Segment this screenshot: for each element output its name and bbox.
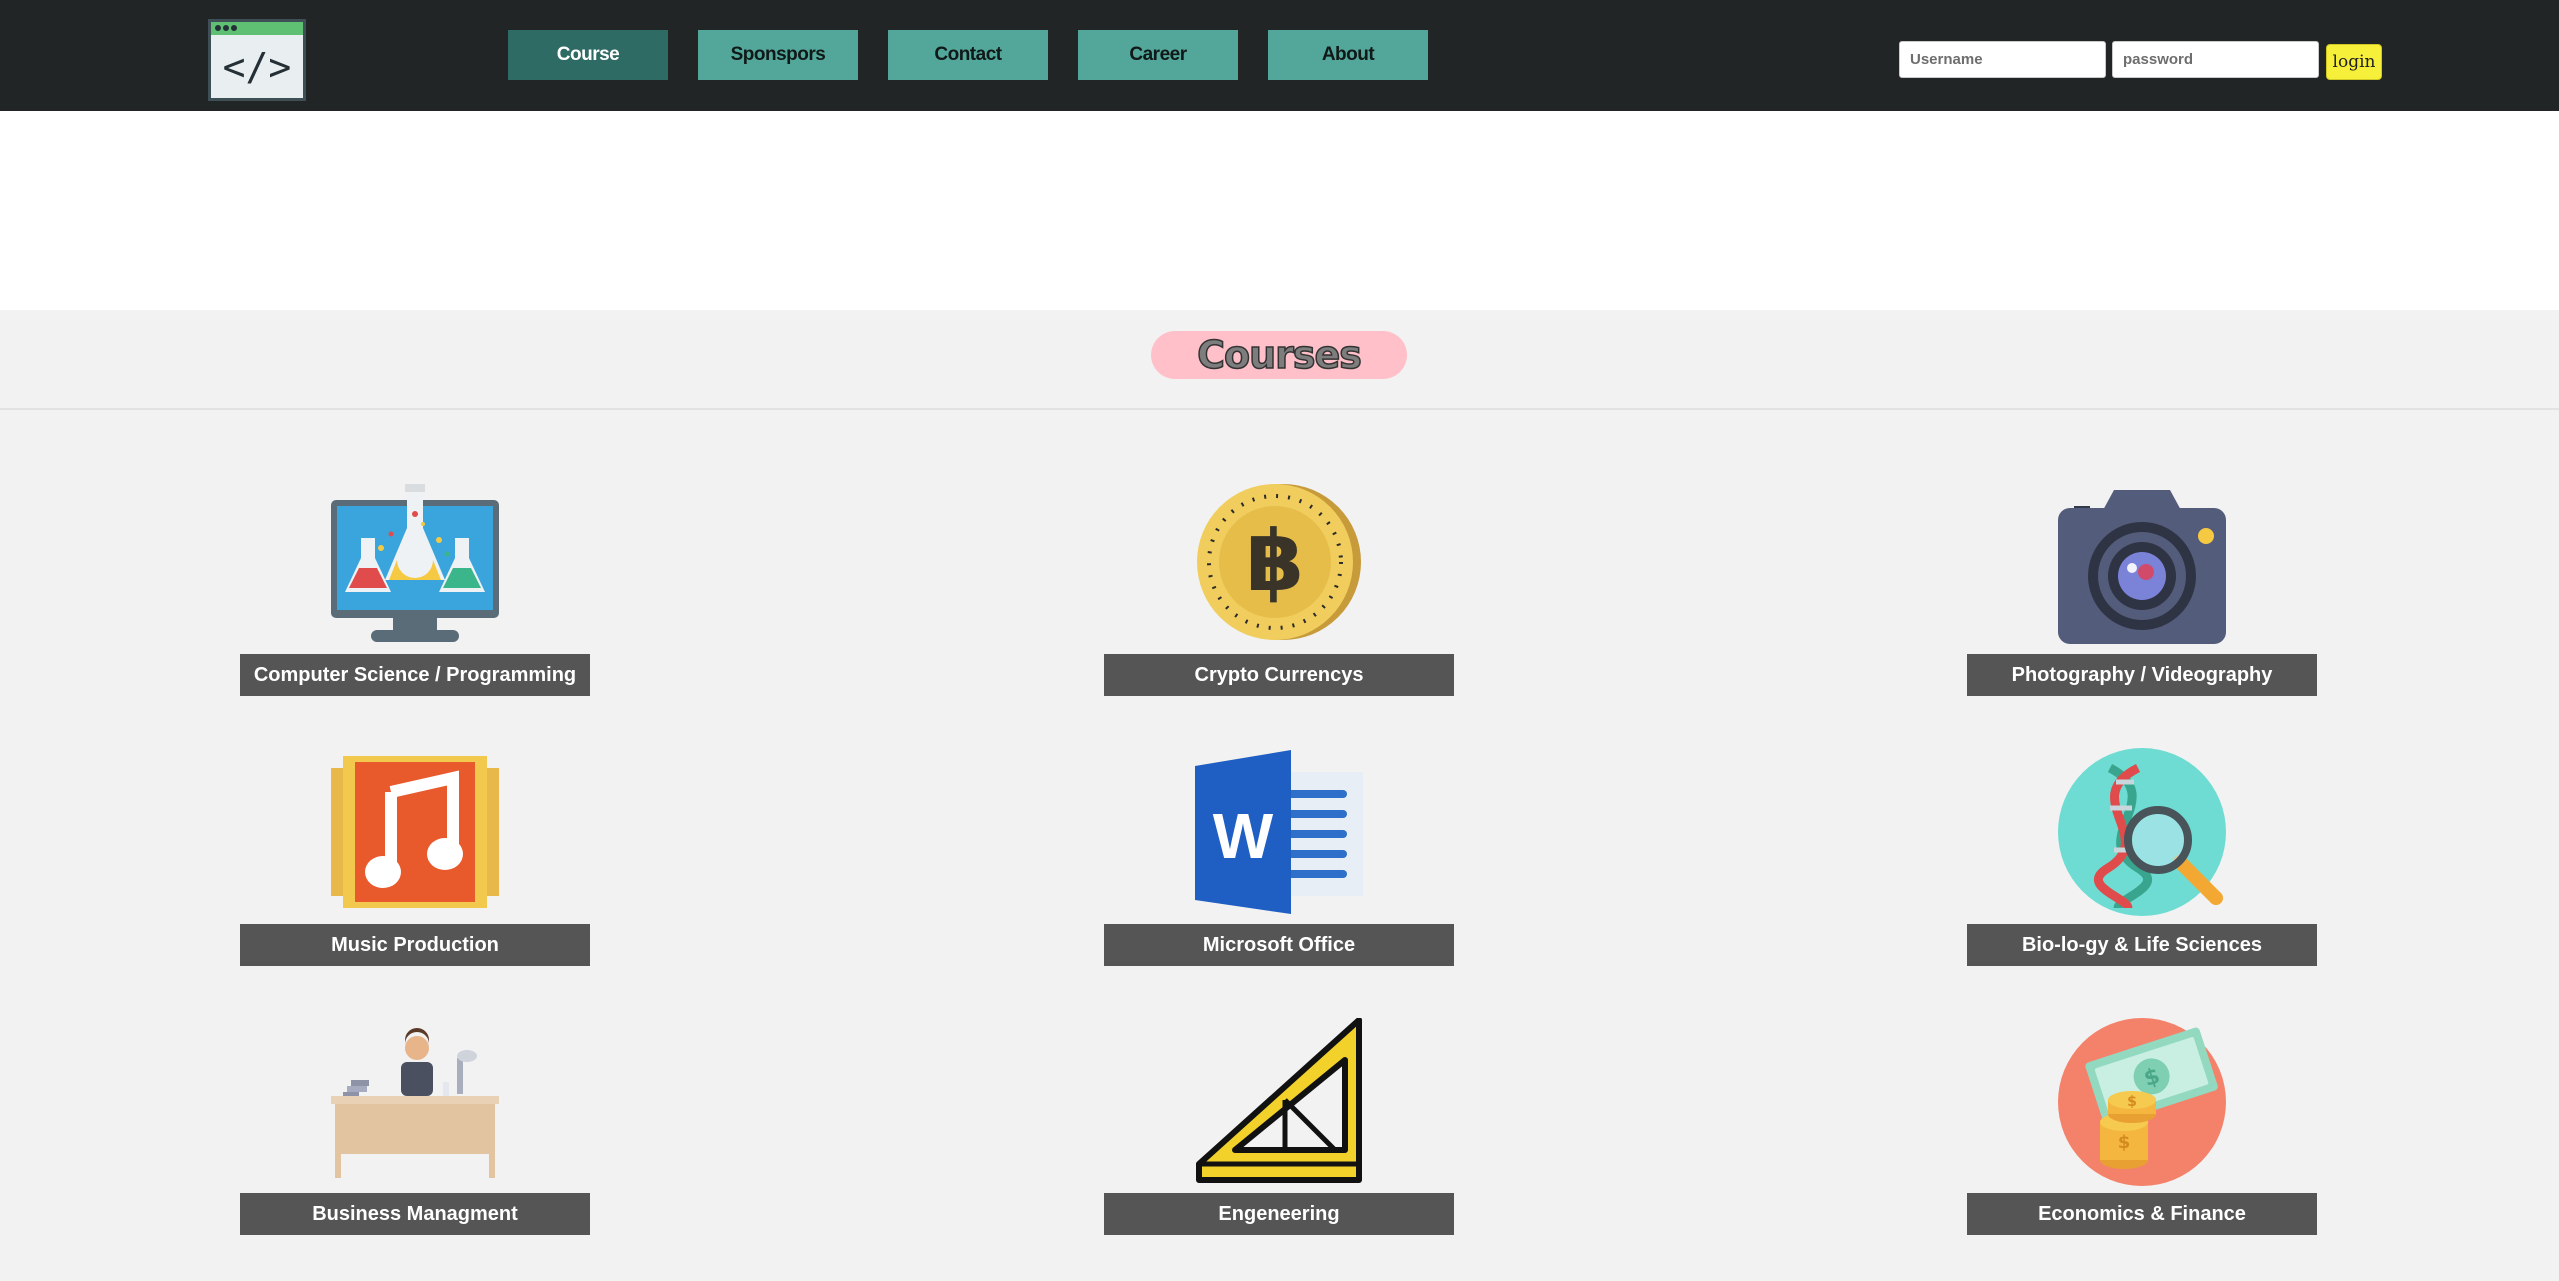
nav-career-button[interactable]: Career	[1078, 30, 1238, 80]
bitcoin-icon[interactable]: ฿	[1195, 478, 1363, 646]
course-label-microsoft-office[interactable]: Microsoft Office	[1104, 924, 1454, 966]
svg-text:฿: ฿	[1246, 512, 1304, 610]
nav-about-button[interactable]: About	[1268, 30, 1428, 80]
course-label-biology[interactable]: Bio-lo-gy & Life Sciences	[1967, 924, 2317, 966]
logo[interactable]: </>	[208, 19, 306, 101]
window-dot-icon	[215, 25, 221, 31]
word-document-icon[interactable]: W	[1195, 748, 1363, 916]
top-navbar: </> Course Sponspors Contact Career Abou…	[0, 0, 2559, 111]
office-desk-icon[interactable]	[331, 1018, 499, 1186]
login-button[interactable]: login	[2326, 44, 2382, 80]
code-window-icon: </>	[222, 45, 292, 89]
computer-lab-icon[interactable]	[331, 478, 499, 646]
set-square-icon[interactable]	[1195, 1018, 1363, 1186]
dna-magnifier-icon[interactable]	[2058, 748, 2226, 916]
window-dot-icon	[231, 25, 237, 31]
logo-titlebar	[211, 22, 303, 35]
divider	[0, 408, 2559, 410]
course-label-engineering[interactable]: Engeneering	[1104, 1193, 1454, 1235]
money-coins-icon[interactable]: $ $ $	[2058, 1018, 2226, 1186]
course-label-economics[interactable]: Economics & Finance	[1967, 1193, 2317, 1235]
music-note-icon[interactable]	[331, 748, 499, 916]
password-input[interactable]	[2112, 41, 2319, 78]
nav-contact-button[interactable]: Contact	[888, 30, 1048, 80]
window-dot-icon	[223, 25, 229, 31]
course-label-photography[interactable]: Photography / Videography	[1967, 654, 2317, 696]
course-label-business[interactable]: Business Managment	[240, 1193, 590, 1235]
svg-text:$: $	[2127, 1094, 2137, 1110]
course-label-crypto[interactable]: Crypto Currencys	[1104, 654, 1454, 696]
course-label-music[interactable]: Music Production	[240, 924, 590, 966]
nav-course-button[interactable]: Course	[508, 30, 668, 80]
svg-text:W: W	[1213, 800, 1274, 872]
camera-icon[interactable]	[2058, 478, 2226, 646]
nav-sponsors-button[interactable]: Sponspors	[698, 30, 858, 80]
course-label-computer-science[interactable]: Computer Science / Programming	[240, 654, 590, 696]
section-title: Courses	[1151, 331, 1407, 379]
username-input[interactable]	[1899, 41, 2106, 78]
svg-text:$: $	[2118, 1132, 2131, 1153]
hero-banner	[0, 111, 2559, 310]
